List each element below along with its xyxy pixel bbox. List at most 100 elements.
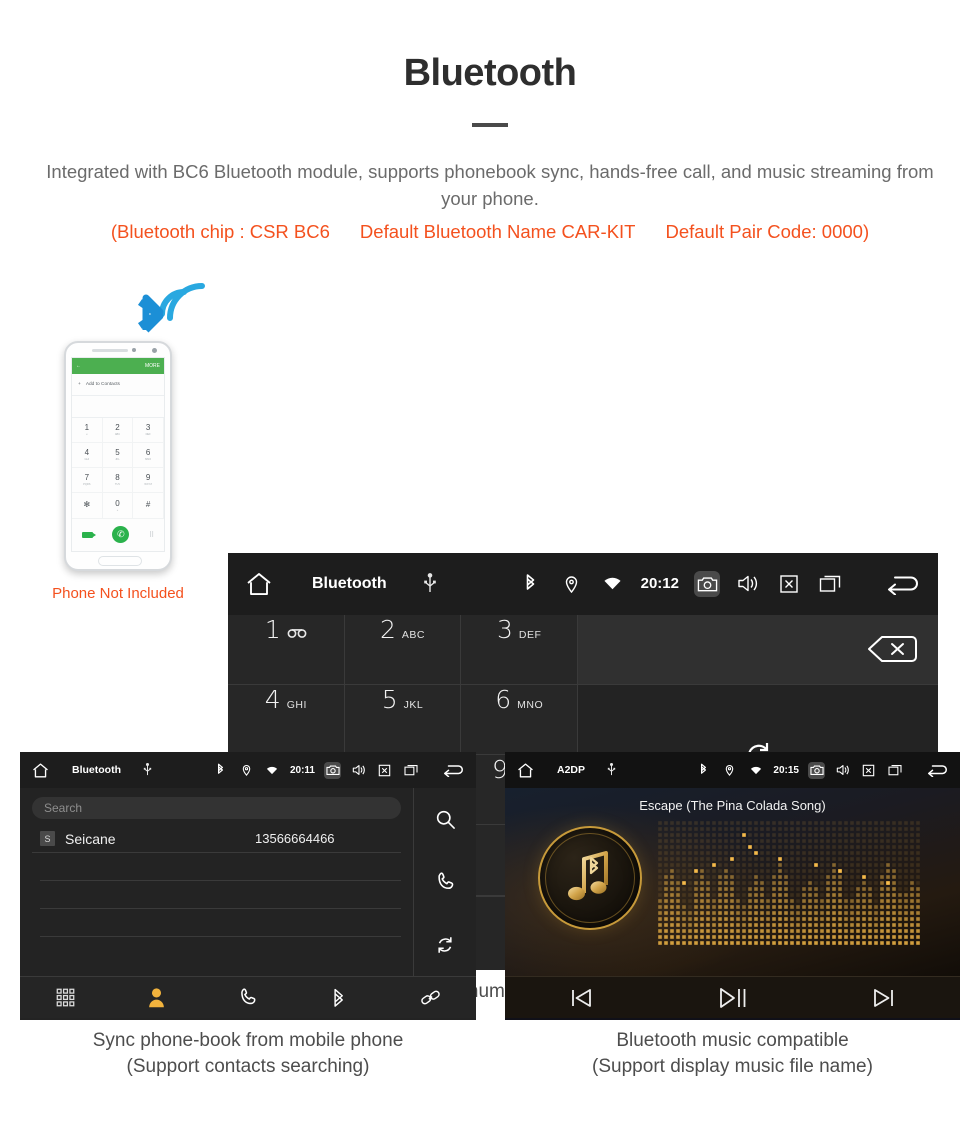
phone-not-included-label: Phone Not Included	[52, 584, 184, 602]
phone-more-label: MORE	[145, 362, 160, 369]
search-input[interactable]: Search	[32, 797, 401, 819]
contact-number: 13566664466	[255, 831, 335, 846]
home-icon[interactable]	[30, 760, 50, 780]
music-note-bluetooth-icon	[562, 849, 618, 907]
back-arrow-icon[interactable]	[924, 762, 950, 779]
phone-key-digit: 0	[115, 498, 120, 508]
sidebar-item-call-records[interactable]	[202, 987, 293, 1008]
key-letters: JKL	[403, 698, 424, 711]
mute-box-icon[interactable]	[376, 762, 393, 779]
search-button[interactable]	[414, 788, 476, 851]
phone-home-button	[98, 555, 142, 566]
phone-key: 5 JKL	[102, 442, 134, 469]
dialed-number-display[interactable]	[578, 614, 938, 685]
phonebook-screenshot: Bluetooth 20:11 Search S Seicane 1356666…	[20, 752, 476, 1020]
camera-icon[interactable]	[324, 761, 341, 779]
phone-key-digit: 1	[84, 422, 90, 432]
volume-icon[interactable]	[350, 762, 367, 779]
phone-action-row: ✆ ⠿	[72, 519, 164, 551]
sidebar-item-bluetooth[interactable]	[294, 987, 385, 1009]
previous-track-button[interactable]	[505, 987, 657, 1009]
phone-camera-dot	[152, 347, 157, 353]
music-screenshot: A2DP 20:15 Escape (The Pina Colada Song)	[505, 752, 960, 1020]
recent-apps-icon[interactable]	[817, 571, 843, 597]
phonebook-status-bar: Bluetooth 20:11	[20, 752, 476, 788]
location-pin-icon	[721, 762, 738, 779]
list-item[interactable]: S Seicane 13566664466	[32, 825, 401, 853]
dialpad-icon	[56, 988, 75, 1007]
phone-key: 8 TUV	[102, 468, 134, 494]
phone-key: 0 +	[102, 493, 134, 519]
phonebook-side-actions	[414, 788, 476, 976]
bluetooth-signal-icon	[112, 268, 208, 340]
back-arrow-icon[interactable]	[882, 571, 924, 597]
music-caption-line1: Bluetooth music compatible	[616, 1030, 849, 1051]
key-digit: 2	[379, 614, 396, 644]
volume-icon[interactable]	[834, 762, 851, 779]
search-icon	[435, 809, 456, 830]
back-arrow-icon[interactable]	[440, 762, 466, 779]
phonebook-tab-bar	[20, 976, 476, 1018]
wifi-icon	[747, 762, 764, 779]
sync-contacts-button[interactable]	[414, 913, 476, 976]
dial-key-4[interactable]: 4 GHI	[228, 684, 345, 756]
phone-back-icon: ←	[76, 362, 81, 369]
album-art-disc	[538, 826, 642, 930]
dial-key-6[interactable]: 6 MNO	[461, 684, 578, 756]
list-item-empty	[40, 909, 401, 937]
voicemail-icon	[287, 627, 307, 638]
sidebar-item-contacts[interactable]	[111, 987, 202, 1008]
backspace-icon[interactable]	[866, 634, 918, 664]
phone-app-bar: ← MORE	[72, 357, 164, 374]
key-digit: 1	[264, 614, 281, 644]
mute-box-icon[interactable]	[860, 762, 877, 779]
phonebook-caption: Sync phone-book from mobile phone (Suppo…	[20, 1028, 476, 1079]
dialer-title: Bluetooth	[312, 574, 387, 592]
key-letters: MNO	[517, 698, 544, 711]
phone-sensor-dot	[132, 347, 136, 352]
spec-bt-name: Default Bluetooth Name CAR-KIT	[359, 220, 636, 242]
next-track-button[interactable]	[808, 987, 960, 1009]
contact-initial-badge: S	[40, 831, 55, 846]
home-icon[interactable]	[242, 567, 276, 601]
key-digit: 4	[264, 684, 281, 714]
music-control-bar	[505, 976, 960, 1018]
clock-time: 20:11	[289, 764, 315, 776]
phone-keypad-toggle-icon: ⠿	[149, 531, 155, 539]
location-pin-icon	[559, 571, 585, 597]
phone-mockup: ← MORE + Add to Contacts 1 ∞ 2 ABC 3 DEF 4G…	[18, 265, 218, 602]
call-contact-button[interactable]	[414, 851, 476, 914]
music-title: A2DP	[557, 764, 586, 776]
sidebar-item-dialpad[interactable]	[20, 988, 111, 1007]
dial-key-3[interactable]: 3 DEF	[461, 614, 578, 685]
mute-box-icon[interactable]	[776, 571, 802, 597]
recent-apps-icon[interactable]	[886, 762, 903, 779]
volume-icon[interactable]	[735, 571, 761, 597]
bluetooth-icon	[331, 987, 347, 1009]
phone-key-digit: 4	[84, 448, 90, 457]
phone-key: 6 MNO	[133, 442, 164, 469]
contact-name: Seicane	[65, 830, 116, 847]
phone-call-button: ✆	[112, 526, 130, 544]
phonebook-caption-line2: (Support contacts searching)	[126, 1055, 370, 1077]
dial-key-2[interactable]: 2 ABC	[344, 614, 462, 685]
plus-icon: +	[78, 381, 81, 387]
usb-icon	[137, 760, 157, 780]
recent-apps-icon[interactable]	[402, 762, 419, 779]
phone-key-digit: ✻	[83, 500, 91, 509]
camera-icon[interactable]	[694, 570, 720, 597]
list-item-empty	[40, 881, 401, 909]
phone-key: ✻	[72, 493, 103, 519]
list-item-empty	[40, 853, 401, 881]
phone-add-contact-row: + Add to Contacts	[72, 374, 164, 396]
bluetooth-icon	[212, 762, 229, 779]
play-pause-button[interactable]	[657, 986, 809, 1010]
dial-key-1[interactable]: 1	[228, 614, 345, 685]
camera-icon[interactable]	[808, 761, 825, 779]
dial-key-5[interactable]: 5 JKL	[344, 684, 462, 756]
phone-key-digit: 2	[115, 422, 120, 432]
sidebar-item-pair-link[interactable]	[385, 987, 476, 1008]
phone-key: 3 DEF	[133, 417, 164, 443]
phonebook-title: Bluetooth	[72, 764, 121, 776]
home-icon[interactable]	[515, 760, 535, 780]
